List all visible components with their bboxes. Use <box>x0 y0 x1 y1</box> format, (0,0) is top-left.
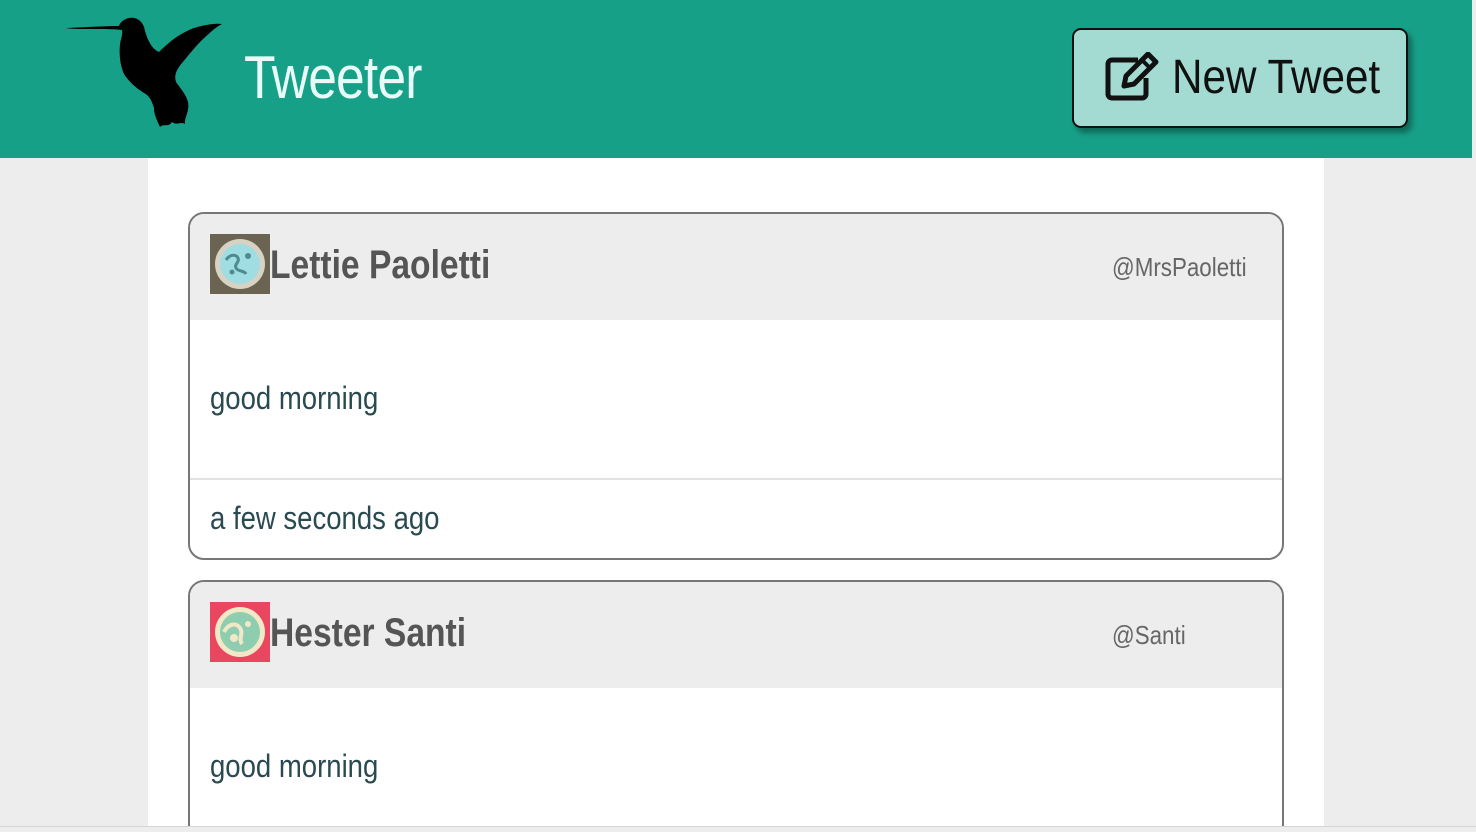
avatar-icon <box>210 602 270 662</box>
tweet-body: good morning <box>190 320 1282 480</box>
tweet-feed: Lettie Paoletti @MrsPaoletti good mornin… <box>148 158 1324 826</box>
window-bottom-edge <box>0 826 1476 832</box>
tweet-timestamp: a few seconds ago <box>210 500 440 536</box>
user-handle: @MrsPaoletti <box>1112 252 1247 282</box>
tweet-text: good morning <box>210 380 379 416</box>
app-header: Tweeter New Tweet <box>0 0 1472 158</box>
edit-icon <box>1105 52 1159 101</box>
app-title: Tweeter <box>244 44 422 111</box>
user-handle: @Santi <box>1112 620 1186 650</box>
user-name: Lettie Paoletti <box>270 243 491 287</box>
avatar-icon <box>210 234 270 294</box>
hummingbird-icon <box>66 17 222 127</box>
tweet-card: Hester Santi @Santi good morning <box>188 580 1284 826</box>
tweet-body: good morning <box>190 688 1282 826</box>
new-tweet-button[interactable]: New Tweet <box>1072 28 1408 128</box>
tweet-text: good morning <box>210 748 379 784</box>
tweet-header: Lettie Paoletti @MrsPaoletti <box>190 214 1282 320</box>
new-tweet-label: New Tweet <box>1172 51 1381 104</box>
tweet-card: Lettie Paoletti @MrsPaoletti good mornin… <box>188 212 1284 560</box>
tweet-footer: a few seconds ago <box>190 480 1282 558</box>
user-name: Hester Santi <box>270 611 467 655</box>
tweet-header: Hester Santi @Santi <box>190 582 1282 688</box>
